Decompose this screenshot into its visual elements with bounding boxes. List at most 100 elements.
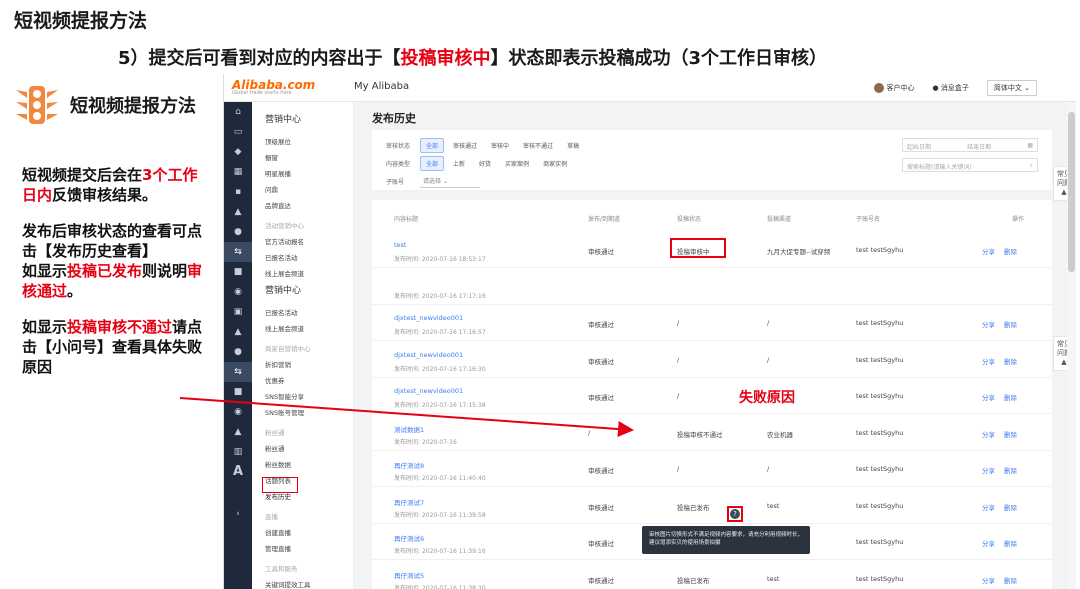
filter-chip[interactable]: 草稿	[562, 139, 584, 152]
share-link[interactable]: 分享	[982, 356, 995, 366]
row-title-link[interactable]: djxtest_newvideo001	[394, 314, 463, 322]
share-link[interactable]: 分享	[982, 575, 995, 585]
delete-link[interactable]: 删除	[1004, 502, 1017, 512]
share-link[interactable]: 分享	[982, 538, 995, 548]
globe-icon[interactable]: ◉	[224, 402, 252, 422]
share-link[interactable]: 分享	[982, 429, 995, 439]
filter-chip[interactable]: 买家案例	[500, 157, 534, 170]
share-link[interactable]: 分享	[982, 502, 995, 512]
date-range-input[interactable]: 起始日期 结束日期 ▦	[902, 138, 1038, 152]
user-center-link[interactable]: 客户中心	[873, 83, 915, 93]
scrollbar[interactable]	[1067, 102, 1076, 589]
bag-icon[interactable]: ▣	[224, 302, 252, 322]
filter-chip[interactable]: 商家实例	[538, 157, 572, 170]
sidebar-item[interactable]: 折扣营销	[252, 356, 353, 372]
account-select[interactable]: 请选择 ⌄	[420, 174, 480, 188]
row-review-status: 审核通过	[588, 540, 614, 548]
search-icon: ⌕	[1029, 162, 1033, 169]
sidebar-item[interactable]: 品牌直达	[252, 197, 353, 213]
row-title-link[interactable]: test	[394, 241, 406, 249]
bank-icon[interactable]: ▥	[224, 442, 252, 462]
notes-panel: 短视频提交后会在3个工作日内反馈审核结果。 发布后审核状态的查看可点击【发布历史…	[22, 165, 212, 393]
filter-chip[interactable]: 审核中	[486, 139, 514, 152]
sidebar-item[interactable]: 管理直播	[252, 540, 353, 556]
column-header: 子账号名	[856, 216, 881, 223]
sidebar-item[interactable]: 顶级展位	[252, 133, 353, 149]
share-icon[interactable]: ⇆	[224, 242, 252, 262]
delete-link[interactable]: 删除	[1004, 392, 1017, 402]
share-link[interactable]: 分享	[982, 392, 995, 402]
sidebar-item[interactable]: 线上展会频道	[252, 320, 353, 336]
filter-chip[interactable]: 审核通过	[448, 139, 482, 152]
sidebar-item[interactable]: 橱窗	[252, 149, 353, 165]
sidebar-item[interactable]: 关键词提效工具	[252, 576, 353, 589]
row-title-link[interactable]: 测试数据1	[394, 424, 424, 434]
chart-icon[interactable]: ▲	[224, 202, 252, 222]
row-account: test testSgyhu	[856, 392, 904, 400]
sidebar-item[interactable]: SNS智能分享	[252, 388, 353, 404]
shield-icon[interactable]: ◆	[224, 142, 252, 162]
sidebar-item[interactable]: 明星展播	[252, 165, 353, 181]
row-title-link[interactable]: djxtest_newvideo001	[394, 351, 463, 359]
messages-link[interactable]: ● 消息盒子	[933, 83, 969, 93]
delete-link[interactable]: 删除	[1004, 246, 1017, 256]
sidebar-item[interactable]: 已报名活动	[252, 304, 353, 320]
filter-chip[interactable]: 上新	[448, 157, 470, 170]
filter-chip[interactable]: 全部	[420, 138, 445, 153]
filter-chip[interactable]: 审核不通过	[518, 139, 558, 152]
doc-icon[interactable]: ■	[224, 382, 252, 402]
font-icon[interactable]: A	[224, 462, 252, 482]
row-title-link[interactable]: 再仔测试6	[394, 533, 424, 543]
delete-link[interactable]: 删除	[1004, 429, 1017, 439]
share-icon[interactable]: ⇆	[224, 362, 252, 382]
sidebar-item[interactable]: 粉丝通	[252, 440, 353, 456]
delete-link[interactable]: 删除	[1004, 319, 1017, 329]
my-alibaba-label[interactable]: My Alibaba	[354, 81, 409, 92]
row-title-link[interactable]: 再仔测试5	[394, 570, 424, 580]
table-row: 再仔测试8 发布时间: 2020-07-16 11:40:40 审核通过 / / test…	[372, 451, 1052, 487]
sidebar-item[interactable]: 问鼎	[252, 181, 353, 197]
row-title-link[interactable]: djxtest_newvideo001	[394, 387, 463, 395]
share-link[interactable]: 分享	[982, 246, 995, 256]
sidebar-item[interactable]: 粉丝数据	[252, 456, 353, 472]
sidebar-item[interactable]: 已报名活动	[252, 249, 353, 265]
chart-icon[interactable]: ▲	[224, 322, 252, 342]
sidebar-item[interactable]: 线上展会频道	[252, 265, 353, 281]
sidebar-item[interactable]: 优惠券	[252, 372, 353, 388]
delete-link[interactable]: 删除	[1004, 575, 1017, 585]
sidebar-item[interactable]: 创建直播	[252, 524, 353, 540]
row-publish-time: 发布时间: 2020-07-16 17:15:38	[394, 402, 486, 409]
chevron-down-icon: ⌄	[1024, 84, 1030, 92]
row-title-link[interactable]: 再仔测试7	[394, 497, 424, 507]
status-reviewing-highlight	[670, 238, 726, 258]
users-icon[interactable]: ●	[224, 222, 252, 242]
sidebar-group: 活动营销中心	[265, 222, 304, 230]
language-select[interactable]: 简体中文 ⌄	[986, 80, 1037, 96]
screenshot-panel: Alibaba.com Global trade starts here My A…	[223, 74, 1076, 589]
row-title-link[interactable]: 再仔测试8	[394, 460, 424, 470]
globe-icon[interactable]: ◉	[224, 282, 252, 302]
delete-link[interactable]: 删除	[1004, 538, 1017, 548]
share-link[interactable]: 分享	[982, 319, 995, 329]
home-icon[interactable]: ⌂	[224, 102, 252, 122]
filter-status-row: 审核状态 全部 审核通过 审核中 审核不通过 草稿	[386, 138, 584, 153]
search-input[interactable]: 搜索标题(请输入关键词) ⌕	[902, 158, 1038, 172]
user-icon[interactable]: ▲	[224, 422, 252, 442]
delete-link[interactable]: 删除	[1004, 356, 1017, 366]
sidebar-item[interactable]: 官方活动报名	[252, 233, 353, 249]
people-icon[interactable]: ●	[224, 342, 252, 362]
share-link[interactable]: 分享	[982, 465, 995, 475]
grid-icon[interactable]: ▦	[224, 162, 252, 182]
column-header: 投稿状态	[677, 216, 702, 223]
doc-icon[interactable]: ■	[224, 262, 252, 282]
monitor-icon[interactable]: ▭	[224, 122, 252, 142]
filter-chip[interactable]: 全部	[420, 156, 445, 171]
collapse-icon[interactable]: ‹	[224, 504, 252, 524]
delete-link[interactable]: 删除	[1004, 465, 1017, 475]
message-icon[interactable]: ▪	[224, 182, 252, 202]
note-2: 发布后审核状态的查看可点击【发布历史查看】 如显示投稿已发布则说明审核通过。	[22, 222, 203, 300]
row-publish-time: 发布时间: 2020-07-16 11:38:30	[394, 584, 486, 589]
alibaba-logo[interactable]: Alibaba.com Global trade starts here	[232, 78, 315, 96]
sidebar-item[interactable]: SNS账号管理	[252, 404, 353, 420]
filter-chip[interactable]: 好货	[474, 157, 496, 170]
